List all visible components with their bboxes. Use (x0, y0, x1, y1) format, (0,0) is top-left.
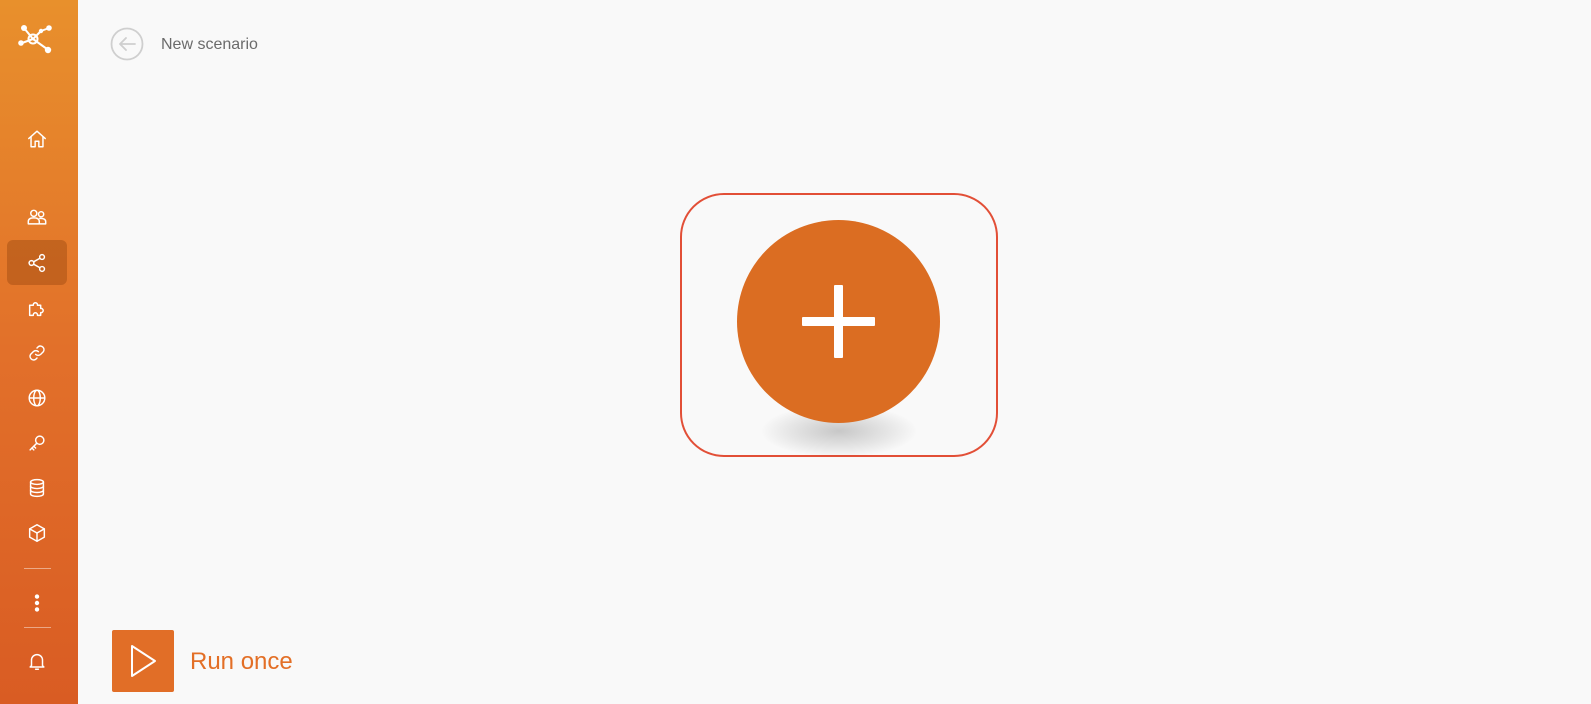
make-logo-icon[interactable] (17, 21, 57, 57)
sidebar-item-apps[interactable] (7, 285, 67, 330)
users-icon (27, 209, 47, 225)
arrow-left-circle-icon (110, 27, 144, 61)
run-once-button[interactable] (112, 630, 174, 692)
link-icon (29, 344, 45, 361)
sidebar-item-data-stores[interactable] (7, 465, 67, 510)
play-icon (131, 645, 156, 677)
home-icon (28, 129, 46, 148)
sidebar-item-home[interactable] (7, 116, 67, 161)
key-icon (29, 434, 45, 451)
share-icon (28, 253, 46, 272)
database-icon (29, 478, 45, 497)
sidebar-item-notifications[interactable] (7, 638, 67, 683)
back-button[interactable] (110, 27, 144, 61)
sidebar-divider (24, 627, 51, 628)
page-title: New scenario (161, 36, 258, 53)
sidebar-item-webhooks[interactable] (7, 375, 67, 420)
puzzle-icon (28, 301, 44, 316)
run-once-label[interactable]: Run once (190, 648, 293, 676)
sidebar-item-scenarios[interactable] (7, 240, 67, 285)
sidebar-item-connections[interactable] (7, 330, 67, 375)
sidebar-divider (24, 568, 51, 569)
cube-icon (28, 523, 46, 542)
sidebar-item-more[interactable] (7, 580, 67, 625)
sidebar-item-data-structures[interactable] (7, 510, 67, 555)
add-module-button[interactable] (737, 220, 940, 423)
sidebar (0, 0, 78, 704)
globe-icon (28, 388, 46, 407)
sidebar-item-team[interactable] (7, 194, 67, 239)
more-vertical-icon (34, 593, 40, 612)
bell-icon (29, 653, 45, 670)
sidebar-item-keys[interactable] (7, 420, 67, 465)
